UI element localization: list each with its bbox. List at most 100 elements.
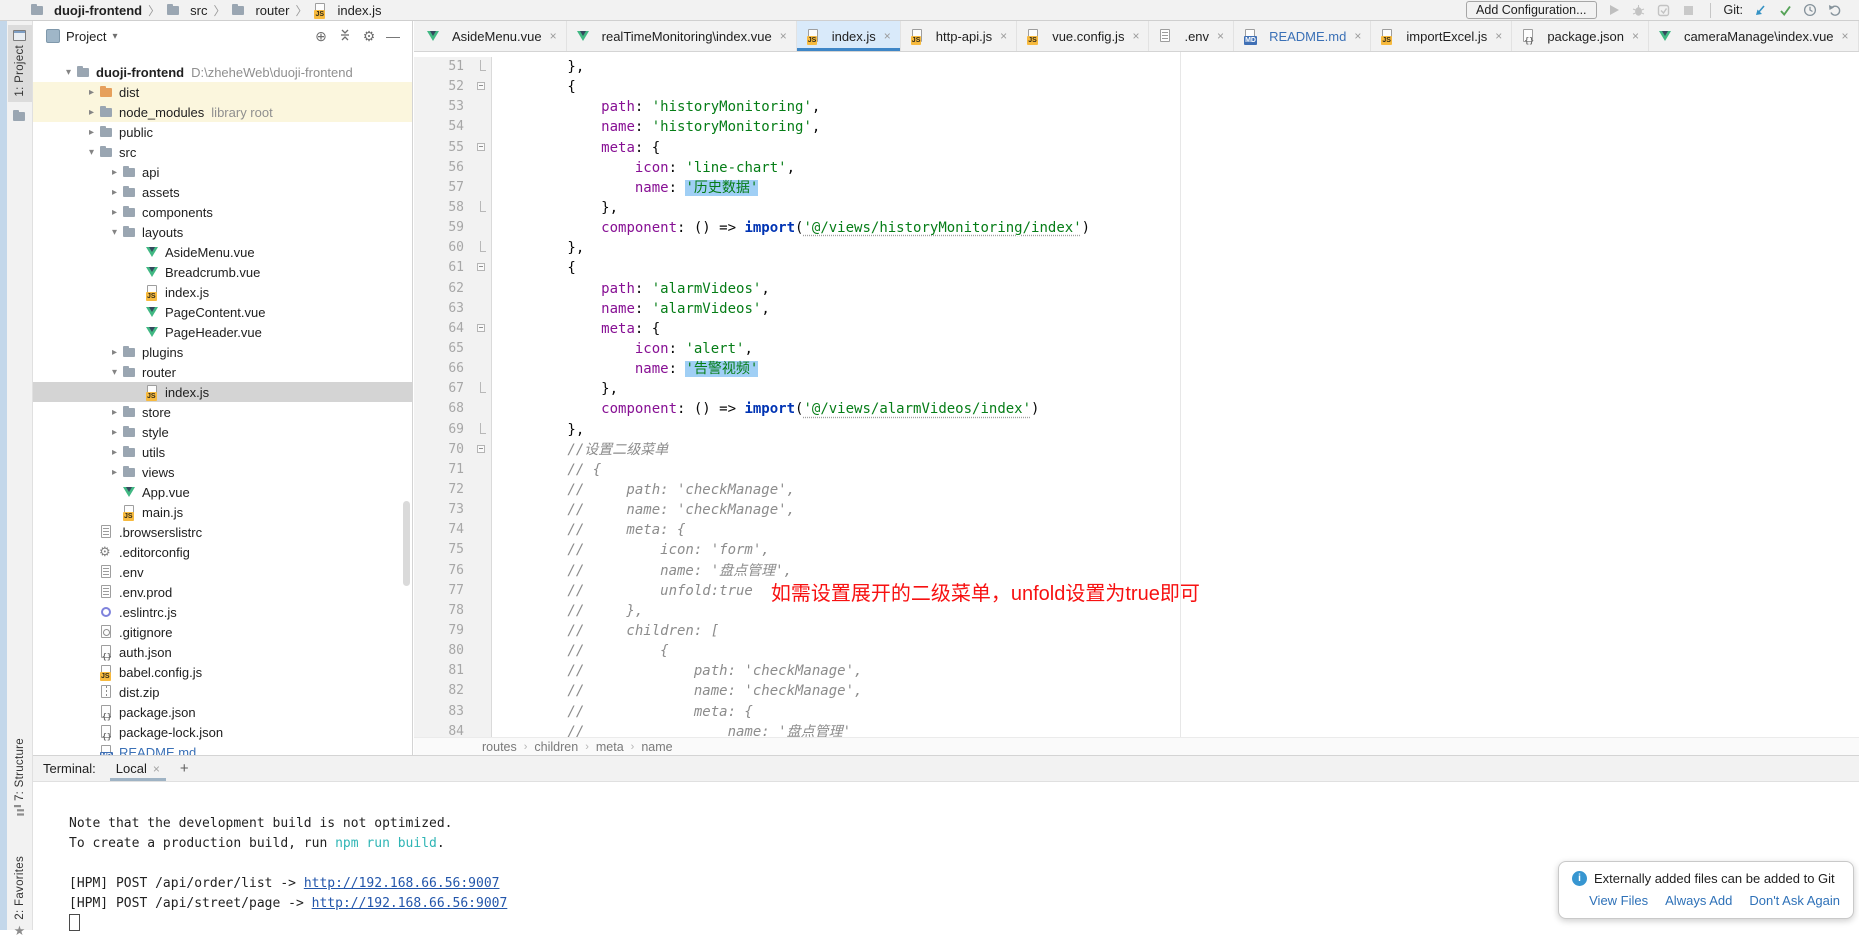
tree-item-auth-json[interactable]: auth.json: [33, 642, 412, 662]
tool-tab-favorites[interactable]: 2: Favorites ★: [7, 851, 32, 942]
tree-item-App-vue[interactable]: App.vue: [33, 482, 412, 502]
tool-tab-project[interactable]: 1: Project: [8, 25, 32, 102]
editor-breadcrumb-item[interactable]: children: [534, 740, 578, 754]
chevron-collapsed-icon[interactable]: ▸: [107, 427, 122, 438]
terminal-link[interactable]: http://192.168.66.56:9007: [312, 896, 508, 911]
tree-item-PageHeader-vue[interactable]: PageHeader.vue: [33, 322, 412, 342]
chevron-collapsed-icon[interactable]: ▸: [84, 127, 99, 138]
close-icon[interactable]: ×: [1132, 29, 1139, 43]
project-panel-title[interactable]: Project: [66, 29, 106, 44]
run-with-coverage-icon[interactable]: [1656, 2, 1672, 18]
notification-action-Always-Add[interactable]: Always Add: [1665, 893, 1732, 908]
close-icon[interactable]: ×: [884, 29, 891, 43]
chevron-expanded-icon[interactable]: ▾: [61, 67, 76, 78]
git-commit-icon[interactable]: [1777, 2, 1793, 18]
tree-item-api[interactable]: ▸api: [33, 162, 412, 182]
add-configuration-button[interactable]: Add Configuration...: [1466, 1, 1597, 19]
new-terminal-button[interactable]: +: [180, 760, 189, 781]
breadcrumb-item[interactable]: index.js: [313, 3, 381, 18]
editor-tab-AsideMenu-vue[interactable]: AsideMenu.vue×: [417, 21, 567, 51]
close-icon[interactable]: ×: [1217, 29, 1224, 43]
tree-scrollbar[interactable]: [403, 501, 410, 586]
tree-item-utils[interactable]: ▸utils: [33, 442, 412, 462]
tool-tab-structure[interactable]: 7: Structure: [7, 733, 32, 821]
gear-icon[interactable]: ⚙: [360, 28, 378, 45]
breadcrumb-item[interactable]: src: [166, 3, 207, 18]
chevron-expanded-icon[interactable]: ▾: [107, 367, 122, 378]
editor-tab-package-json[interactable]: package.json×: [1512, 21, 1649, 51]
editor-tab-cameraManage-index-vue[interactable]: cameraManage\index.vue×: [1649, 21, 1859, 51]
editor-tab--env[interactable]: .env×: [1149, 21, 1234, 51]
close-icon[interactable]: ×: [1000, 29, 1007, 43]
breadcrumb-item[interactable]: duoji-frontend: [30, 3, 142, 18]
tree-item-package-json[interactable]: package.json: [33, 702, 412, 722]
fold-collapse-icon[interactable]: [474, 258, 492, 278]
chevron-expanded-icon[interactable]: ▾: [107, 227, 122, 238]
git-rollback-icon[interactable]: [1827, 2, 1843, 18]
breadcrumb-item[interactable]: router: [231, 3, 289, 18]
tree-item-views[interactable]: ▸views: [33, 462, 412, 482]
tree-item-public[interactable]: ▸public: [33, 122, 412, 142]
editor-tab-http-api-js[interactable]: http-api.js×: [901, 21, 1017, 51]
tree-item-assets[interactable]: ▸assets: [33, 182, 412, 202]
tree-item-dist-zip[interactable]: dist.zip: [33, 682, 412, 702]
fold-collapse-icon[interactable]: [474, 77, 492, 97]
editor-tab-realTimeMonitoring-index-vue[interactable]: realTimeMonitoring\index.vue×: [567, 21, 797, 51]
tree-item--gitignore[interactable]: .gitignore: [33, 622, 412, 642]
close-icon[interactable]: ×: [1495, 29, 1502, 43]
collapse-all-icon[interactable]: [336, 28, 354, 44]
tree-item--env[interactable]: .env: [33, 562, 412, 582]
chevron-collapsed-icon[interactable]: ▸: [107, 407, 122, 418]
fold-collapse-icon[interactable]: [474, 440, 492, 460]
tree-item-duoji-frontend[interactable]: ▾duoji-frontendD:\zheheWeb\duoji-fronten…: [33, 62, 412, 82]
stop-icon[interactable]: [1681, 2, 1697, 18]
locate-file-icon[interactable]: ⊕: [312, 28, 330, 45]
tree-item-package-lock-json[interactable]: package-lock.json: [33, 722, 412, 742]
tree-item-main-js[interactable]: main.js: [33, 502, 412, 522]
editor-tab-importExcel-js[interactable]: importExcel.js×: [1371, 21, 1512, 51]
terminal-cursor[interactable]: [69, 914, 80, 931]
tree-item-AsideMenu-vue[interactable]: AsideMenu.vue: [33, 242, 412, 262]
editor-breadcrumb-item[interactable]: meta: [596, 740, 624, 754]
chevron-collapsed-icon[interactable]: ▸: [84, 107, 99, 118]
tree-item-layouts[interactable]: ▾layouts: [33, 222, 412, 242]
chevron-collapsed-icon[interactable]: ▸: [107, 467, 122, 478]
tree-item-index-js[interactable]: index.js: [33, 282, 412, 302]
tree-item-babel-config-js[interactable]: babel.config.js: [33, 662, 412, 682]
tree-item--eslintrc-js[interactable]: .eslintrc.js: [33, 602, 412, 622]
chevron-collapsed-icon[interactable]: ▸: [84, 87, 99, 98]
editor-tab-index-js[interactable]: index.js×: [797, 21, 901, 51]
tree-item--browserslistrc[interactable]: .browserslistrc: [33, 522, 412, 542]
chevron-collapsed-icon[interactable]: ▸: [107, 187, 122, 198]
notification-action-View-Files[interactable]: View Files: [1589, 893, 1648, 908]
fold-end-marker[interactable]: [474, 379, 492, 399]
chevron-collapsed-icon[interactable]: ▸: [107, 207, 122, 218]
fold-end-marker[interactable]: [474, 57, 492, 77]
editor-tab-README-md[interactable]: README.md×: [1234, 21, 1371, 51]
fold-collapse-icon[interactable]: [474, 138, 492, 158]
editor-breadcrumb-item[interactable]: name: [641, 740, 672, 754]
chevron-expanded-icon[interactable]: ▾: [84, 147, 99, 158]
tree-item--editorconfig[interactable]: .editorconfig: [33, 542, 412, 562]
close-icon[interactable]: ×: [1632, 29, 1639, 43]
tree-item-node-modules[interactable]: ▸node_moduleslibrary root: [33, 102, 412, 122]
tree-item-store[interactable]: ▸store: [33, 402, 412, 422]
fold-end-marker[interactable]: [474, 420, 492, 440]
close-icon[interactable]: ×: [1354, 29, 1361, 43]
tree-item--env-prod[interactable]: .env.prod: [33, 582, 412, 602]
tree-item-components[interactable]: ▸components: [33, 202, 412, 222]
tree-item-Breadcrumb-vue[interactable]: Breadcrumb.vue: [33, 262, 412, 282]
tree-item-plugins[interactable]: ▸plugins: [33, 342, 412, 362]
tree-item-index-js[interactable]: index.js: [33, 382, 412, 402]
fold-collapse-icon[interactable]: [474, 319, 492, 339]
tree-item-src[interactable]: ▾src: [33, 142, 412, 162]
tree-item-README-md[interactable]: README.md: [33, 742, 412, 755]
terminal-link[interactable]: http://192.168.66.56:9007: [304, 876, 500, 891]
git-update-icon[interactable]: [1752, 2, 1768, 18]
close-icon[interactable]: ×: [1842, 29, 1849, 43]
chevron-collapsed-icon[interactable]: ▸: [107, 447, 122, 458]
notification-action-Don-t-Ask-Again[interactable]: Don't Ask Again: [1749, 893, 1840, 908]
run-icon[interactable]: [1606, 2, 1622, 18]
editor-breadcrumb-item[interactable]: routes: [482, 740, 517, 754]
folder-icon[interactable]: [12, 109, 27, 123]
